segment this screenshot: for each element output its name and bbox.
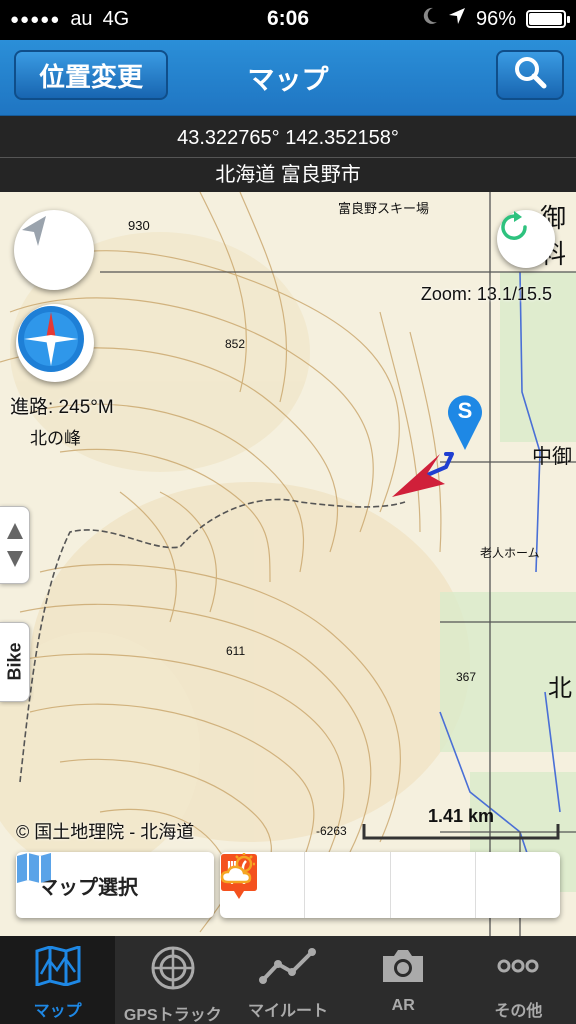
bike-label: Bike [4,642,25,681]
navigation-bar: 位置変更 マップ [0,40,576,116]
peak-label: 北の峰 [30,429,81,448]
map-select-button[interactable]: マップ選択 [16,852,214,918]
battery-fill [529,13,562,25]
map-select-label: マップ選択 [38,876,138,899]
status-bar: ●●●●● au 4G 6:06 96% [0,0,576,40]
battery-icon [526,10,570,28]
elevation-label: 930 [128,218,150,233]
tab-bar: マップ GPSトラック マイルート AR その他 [0,936,576,1024]
tab-ar[interactable]: AR [346,936,461,1024]
map-kanji-label: 中御 [532,446,572,468]
zoom-toggle-button[interactable] [0,506,30,584]
scale-bar: 1.41 km [362,806,560,840]
tab-label: マイルート [248,1003,329,1020]
tab-more[interactable]: その他 [461,936,576,1024]
weather-button[interactable] [220,852,560,918]
heading-readout: 進路: 245°M [10,397,114,418]
elevation-label: 611 [226,644,246,658]
map-kanji-label: 北 [548,675,572,702]
place-name: 北海道 富良野市 [215,164,361,186]
start-marker-label: S [457,398,473,423]
battery-percent: 96% [475,7,516,30]
lat-lon-readout: 43.322765° 142.352158° [0,116,576,158]
tab-label: AR [391,997,415,1014]
restaurant-button[interactable] [221,852,475,918]
map-view[interactable]: 930 富良野スキー場 852 北の峰 611 367 -6263 御 料 中御… [0,192,576,936]
page-title: マップ [247,65,329,95]
camera-icon [380,946,426,991]
facility-label: 老人ホーム [480,546,540,560]
location-arrow-icon [448,7,466,31]
map-icon [35,944,81,991]
current-location-button[interactable] [14,210,94,290]
moon-icon [422,7,438,31]
map-tools-bar [220,852,560,918]
tab-label: GPSトラック [123,1007,222,1024]
map-attribution: © 国土地理院 - 北海道 [16,822,195,842]
tab-gps-track[interactable]: GPSトラック [115,936,230,1024]
elevation-label: 367 [456,670,477,684]
search-icon [513,55,547,96]
tab-my-route[interactable]: マイルート [230,936,345,1024]
refresh-button[interactable] [497,210,555,268]
start-marker[interactable]: S [447,392,483,450]
elevation-label: 852 [225,337,246,351]
tab-label: その他 [494,1003,543,1020]
add-button[interactable] [222,852,389,918]
coordinates-panel: 43.322765° 142.352158° 北海道 富良野市 [0,116,576,192]
radar-icon [150,946,196,995]
tab-map[interactable]: マップ [0,936,116,1024]
elevation-label: -6263 [316,824,347,838]
zoom-readout: Zoom: 13.1/15.5 [420,284,552,304]
tab-label: マップ [33,1003,82,1020]
more-icon [495,946,541,991]
bike-mode-button[interactable]: Bike [0,622,30,702]
compass-button[interactable] [16,304,94,382]
search-button[interactable] [496,50,564,100]
route-icon [258,946,318,991]
ski-area-label: 富良野スキー場 [338,201,430,216]
